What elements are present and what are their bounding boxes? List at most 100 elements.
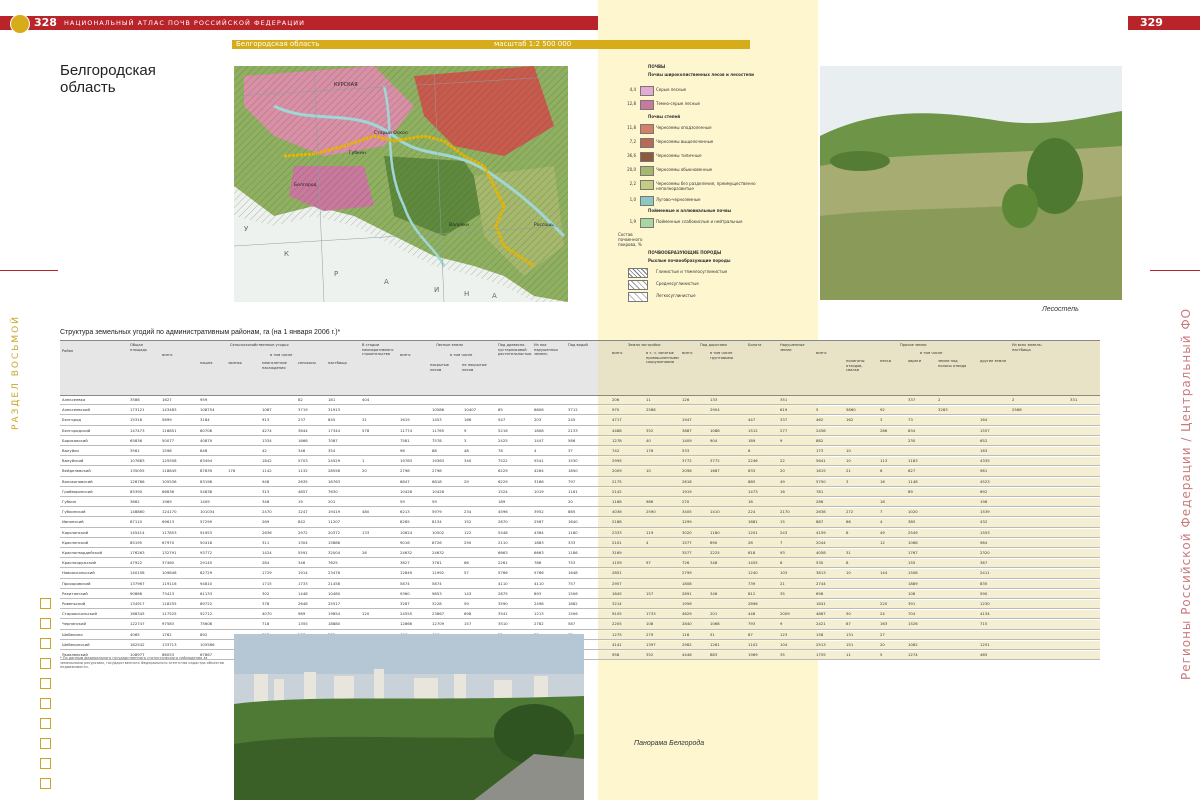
map-label-r: Р bbox=[334, 270, 338, 278]
table-cell: 220 bbox=[880, 601, 888, 606]
table-cell: 1882 bbox=[568, 601, 578, 606]
table-cell: 1506 bbox=[568, 590, 578, 596]
table-cell: 10502 bbox=[432, 529, 445, 535]
header-agricultural: Сельскохозяйственные угодья bbox=[230, 343, 289, 347]
table-cell: 1919 bbox=[682, 488, 692, 494]
table-cell: 948 bbox=[262, 478, 270, 484]
table-cell: 835 bbox=[980, 580, 988, 586]
table-cell: 4717 bbox=[612, 417, 622, 423]
table-cell: 2098 bbox=[682, 468, 692, 474]
photo-caption-panorama: Панорама Белгорода bbox=[634, 740, 705, 747]
table-cell-district: Красногвардейский bbox=[62, 550, 103, 555]
table-cell: 5641 bbox=[816, 458, 826, 464]
table-cell: 2009 bbox=[780, 611, 790, 617]
table-cell: 3405 bbox=[682, 509, 692, 515]
table-cell: 19 bbox=[298, 499, 303, 504]
table-cell-district: Прохоровский bbox=[62, 580, 91, 586]
table-cell: 1148 bbox=[908, 478, 918, 484]
table-cell: 739 bbox=[748, 580, 756, 586]
table-cell: 913 bbox=[262, 417, 270, 423]
table-cell-district: Шебекино bbox=[62, 631, 83, 637]
table-cell: 155 bbox=[908, 560, 916, 566]
left-page-number: 328 bbox=[34, 16, 57, 29]
table-cell: 1 bbox=[362, 458, 365, 464]
table-cell: 715 bbox=[980, 621, 988, 627]
table-row: Вейделевский 135055 118845 87839 176 1142 1132… bbox=[60, 467, 1100, 477]
table-cell: 3887 bbox=[682, 427, 692, 433]
table-row-right-shade bbox=[598, 579, 1100, 588]
table-row: Ровеньский 134917 118255 89722 378 2648 25517 3… bbox=[60, 600, 1100, 610]
table-cell: 12709 bbox=[432, 621, 445, 627]
legend-item-label: Темно-серые лесные bbox=[656, 101, 700, 106]
table-cell: 4446 bbox=[682, 652, 692, 657]
table-cell: 2798 bbox=[432, 468, 442, 474]
table-row: Ракитянский 90866 73413 61133 302 1448 10480 93… bbox=[60, 589, 1100, 599]
table-cell: 1397 bbox=[646, 641, 656, 647]
legend-item-value: 12,8 bbox=[627, 101, 636, 106]
table-cell: 6213 bbox=[400, 509, 410, 515]
header-built-up: Земли застройки bbox=[628, 343, 661, 347]
table-cell: 21458 bbox=[328, 580, 341, 586]
table-cell: 5874 bbox=[400, 580, 410, 586]
table-cell: 4596 bbox=[498, 509, 508, 515]
table-cell: 133713 bbox=[162, 641, 177, 647]
table-cell: 6 bbox=[880, 468, 883, 474]
map-label-stary-oskol: Старый Оскол bbox=[374, 129, 408, 136]
table-cell: 85390 bbox=[130, 488, 143, 494]
table-cell: 2798 bbox=[400, 468, 410, 474]
table-cell: 1240 bbox=[748, 570, 758, 576]
table-cell: 279 bbox=[646, 631, 654, 637]
table-cell: 201 bbox=[710, 611, 718, 617]
table-cell: 6847 bbox=[400, 478, 410, 484]
table-cell: 753 bbox=[568, 560, 576, 566]
table-cell: 726 bbox=[682, 560, 690, 566]
table-cell: 462 bbox=[816, 417, 824, 423]
map-label-a: А bbox=[384, 278, 389, 286]
table-cell: 1598 bbox=[162, 448, 172, 453]
table-cell: 1956 bbox=[682, 601, 692, 606]
table-cell: 198 bbox=[980, 499, 988, 504]
table-cell: 4364 bbox=[534, 529, 544, 535]
table-cell: 12 bbox=[880, 539, 885, 545]
table-cell: 6 bbox=[748, 448, 751, 453]
table-cell: 3827 bbox=[400, 560, 410, 566]
table-cell: 1334 bbox=[262, 437, 272, 443]
table-cell: 1506 bbox=[568, 611, 578, 617]
table-cell: 66836 bbox=[162, 488, 175, 494]
table-cell: 10586 bbox=[432, 407, 445, 413]
table-cell: 1168 bbox=[612, 499, 622, 504]
table-cell: 120 bbox=[362, 611, 370, 617]
table-cell: 970 bbox=[612, 407, 620, 413]
table-header: Район Общая площадь Сельскохозяйственные… bbox=[60, 340, 1100, 396]
table-cell: 2225 bbox=[710, 550, 720, 555]
table-cell: 2175 bbox=[612, 478, 622, 484]
table-cell: 4058 bbox=[816, 550, 826, 555]
legend-group-floodplain: Пойменные и аллювиальные почвы bbox=[648, 208, 732, 213]
table-cell: 11992 bbox=[432, 570, 445, 576]
table-cell: 21 bbox=[780, 580, 785, 586]
table-cell: 20372 bbox=[328, 529, 341, 535]
table-cell: 3214 bbox=[612, 601, 622, 606]
header-melioration: В стадии мелиоративного строительства bbox=[362, 343, 394, 356]
header-other-lands: другие земли bbox=[980, 359, 1006, 363]
table-cell: 19783 bbox=[400, 458, 413, 464]
table-cell: 8 bbox=[846, 529, 849, 535]
map-title-line2: область bbox=[60, 79, 116, 96]
table-cell: 351 bbox=[780, 397, 788, 402]
map-label-n: Н bbox=[464, 290, 469, 298]
table-row: Губкин 3862 1969 1409 348 19 201 59 59 189 20 1168 9… bbox=[60, 498, 1100, 508]
table-cell: 1448 bbox=[298, 590, 308, 596]
table-cell: 404 bbox=[362, 397, 370, 402]
table-row-right-shade bbox=[598, 538, 1100, 547]
table-row-right-shade bbox=[598, 487, 1100, 496]
table-cell: 333 bbox=[568, 539, 576, 545]
right-region-label: Регионы Российской Федерации / Центральн… bbox=[1179, 308, 1193, 680]
table-cell: 2799 bbox=[682, 570, 692, 576]
table-cell: 757 bbox=[568, 580, 576, 586]
table-cell: 3862 bbox=[130, 499, 140, 504]
table-cell: 1447 bbox=[534, 437, 544, 443]
table-cell: 742 bbox=[612, 448, 620, 453]
table-cell: 2470 bbox=[262, 509, 272, 515]
table-row: Прохоровский 137967 119116 94810 1715 1733 214… bbox=[60, 579, 1100, 589]
table-cell: 4110 bbox=[498, 580, 508, 586]
